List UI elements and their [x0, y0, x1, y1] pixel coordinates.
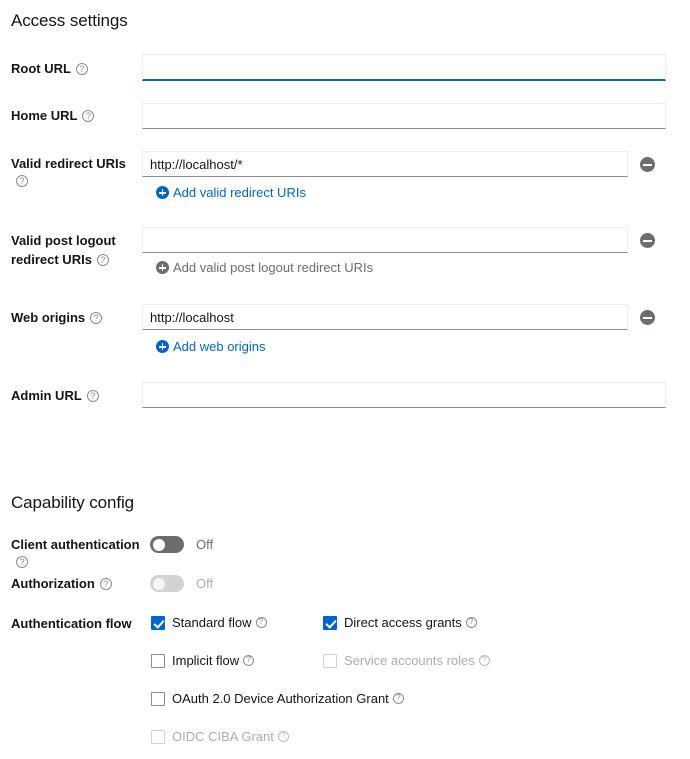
checkbox-box[interactable] [323, 616, 337, 630]
help-circle-icon[interactable] [99, 578, 112, 590]
add-valid-post-logout-redirect-uris-label: Add valid post logout redirect URIs [173, 260, 374, 275]
checkbox-label: Standard flow [172, 615, 252, 630]
label-valid-post-logout-redirect-uris: Valid post logout redirect URIs [11, 231, 136, 269]
checkbox-label: OIDC CIBA Grant [172, 729, 274, 744]
help-circle-icon[interactable] [96, 254, 109, 266]
help-circle-icon[interactable] [90, 312, 103, 324]
plus-circle-icon [156, 186, 169, 199]
label-valid-redirect-uris: Valid redirect URIs [11, 155, 136, 189]
checkbox-direct-access-grants[interactable]: Direct access grants [323, 615, 477, 631]
checkbox-oauth-device-authorization-grant[interactable]: OAuth 2.0 Device Authorization Grant [151, 691, 404, 707]
remove-web-origin-button[interactable] [640, 310, 655, 325]
label-authorization: Authorization [11, 575, 146, 592]
add-web-origins-link[interactable]: Add web origins [156, 339, 266, 355]
checkbox-standard-flow[interactable]: Standard flow [151, 615, 267, 631]
client-authentication-toggle[interactable] [150, 536, 184, 553]
checkbox-service-accounts-roles: Service accounts roles [323, 653, 490, 669]
checkbox-label: OAuth 2.0 Device Authorization Grant [172, 691, 389, 706]
label-root-url: Root URL [11, 60, 136, 77]
checkbox-label: Service accounts roles [344, 653, 475, 668]
checkbox-box[interactable] [151, 692, 165, 706]
checkbox-label: Implicit flow [172, 653, 240, 668]
toggle-knob [153, 538, 165, 551]
help-circle-icon[interactable] [16, 175, 28, 187]
checkbox-box [151, 730, 165, 744]
checkbox-box[interactable] [151, 654, 165, 668]
help-circle-icon[interactable] [243, 655, 255, 666]
capability-config-heading: Capability config [11, 493, 135, 512]
checkbox-box [323, 654, 337, 668]
web-origins-input[interactable] [142, 304, 628, 330]
help-circle-icon[interactable] [82, 110, 95, 122]
label-web-origins: Web origins [11, 309, 136, 326]
checkbox-box[interactable] [151, 616, 165, 630]
root-url-input[interactable] [142, 54, 666, 81]
help-circle-icon[interactable] [75, 63, 88, 75]
authorization-state: Off [196, 576, 214, 591]
help-circle-icon[interactable] [86, 390, 99, 402]
label-authentication-flow: Authentication flow [11, 616, 132, 631]
toggle-knob [153, 577, 165, 590]
checkbox-implicit-flow[interactable]: Implicit flow [151, 653, 255, 669]
client-authentication-state: Off [196, 537, 214, 552]
help-circle-icon[interactable] [465, 617, 477, 628]
label-line-1: Valid post logout [11, 233, 116, 248]
plus-circle-icon [156, 340, 169, 353]
access-settings-page: Access settings Root URL Home URL Valid … [0, 0, 690, 759]
valid-post-logout-redirect-uris-input[interactable] [142, 227, 628, 253]
admin-url-input[interactable] [142, 382, 666, 408]
help-circle-icon[interactable] [16, 556, 28, 568]
label-admin-url: Admin URL [11, 387, 136, 404]
valid-redirect-uris-input[interactable] [142, 151, 628, 177]
label-client-authentication: Client authentication [11, 536, 146, 570]
remove-valid-post-logout-redirect-uri-button[interactable] [640, 233, 655, 248]
add-web-origins-label: Add web origins [173, 339, 266, 354]
remove-valid-redirect-uri-button[interactable] [640, 157, 655, 172]
home-url-input[interactable] [142, 103, 666, 129]
checkbox-oidc-ciba-grant: OIDC CIBA Grant [151, 729, 289, 745]
authorization-toggle [150, 575, 184, 592]
help-circle-icon[interactable] [277, 731, 289, 742]
help-circle-icon[interactable] [392, 693, 404, 704]
label-home-url: Home URL [11, 107, 136, 124]
add-valid-redirect-uris-link[interactable]: Add valid redirect URIs [156, 185, 306, 201]
checkbox-label: Direct access grants [344, 615, 462, 630]
help-circle-icon[interactable] [478, 655, 490, 666]
access-settings-heading: Access settings [11, 11, 128, 30]
add-valid-post-logout-redirect-uris-link: Add valid post logout redirect URIs [156, 260, 373, 276]
plus-circle-icon [156, 261, 169, 274]
label-line-2: redirect URIs [11, 252, 92, 267]
help-circle-icon[interactable] [255, 617, 267, 628]
add-valid-redirect-uris-label: Add valid redirect URIs [173, 185, 306, 200]
